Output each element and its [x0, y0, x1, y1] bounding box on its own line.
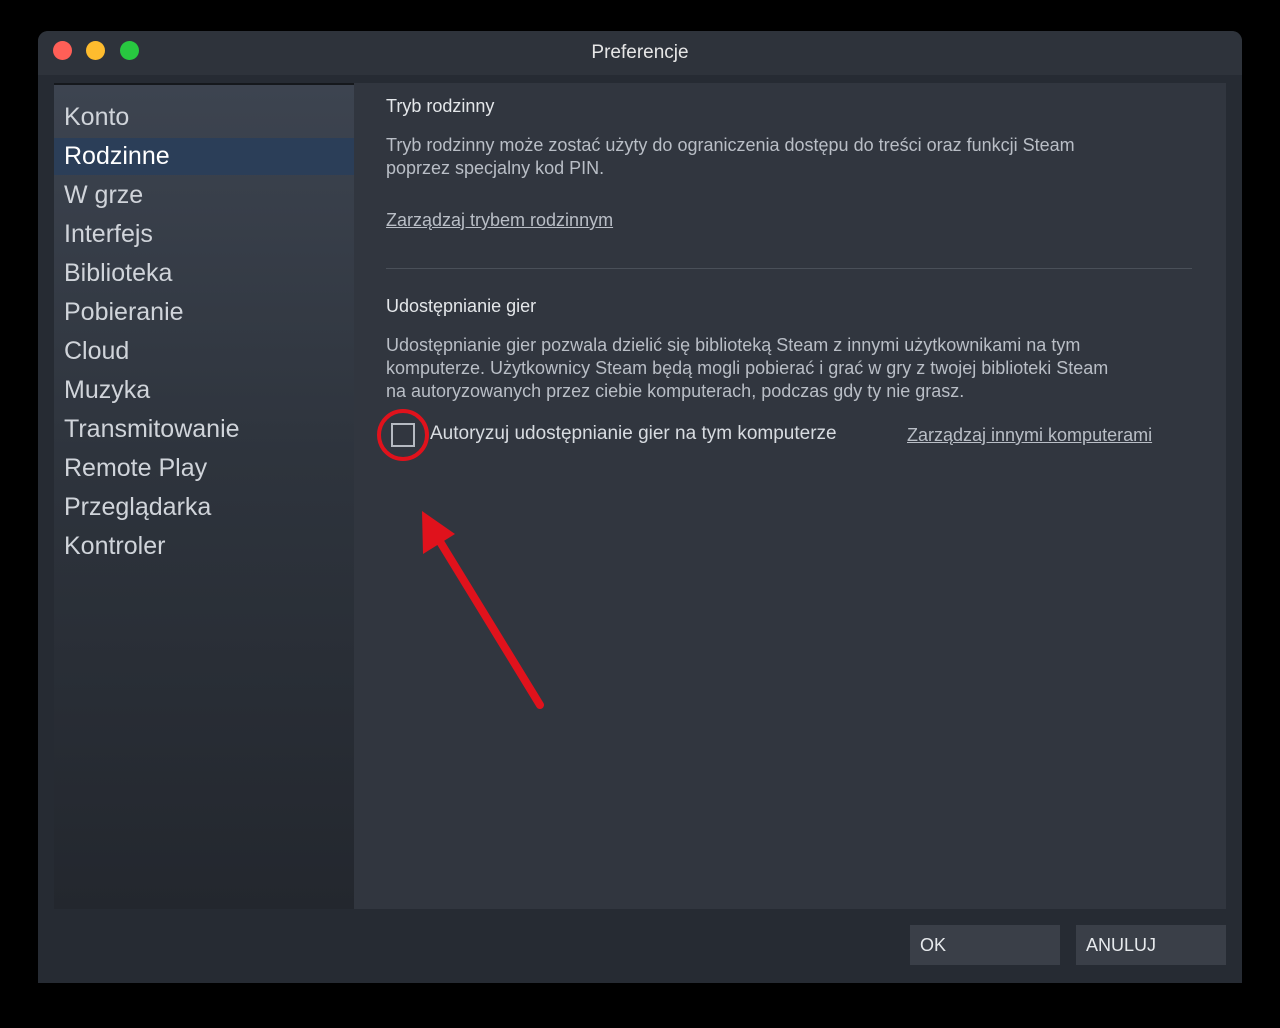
sidebar-item-cloud[interactable]: Cloud [54, 333, 357, 370]
sidebar-item-biblioteka[interactable]: Biblioteka [54, 255, 357, 292]
annotation-arrow-icon [422, 511, 544, 709]
settings-content: Tryb rodzinny Tryb rodzinny może zostać … [354, 83, 1226, 909]
sidebar-item-remote-play[interactable]: Remote Play [54, 450, 357, 487]
preferences-window: Preferencje Konto Rodzinne W grze Interf… [38, 31, 1242, 983]
cancel-button[interactable]: ANULUJ [1076, 925, 1226, 965]
sidebar-item-kontroler[interactable]: Kontroler [54, 528, 357, 565]
sidebar-item-konto[interactable]: Konto [54, 99, 357, 136]
window-title: Preferencje [591, 42, 689, 63]
sidebar-item-interfejs[interactable]: Interfejs [54, 216, 357, 253]
sidebar: Konto Rodzinne W grze Interfejs Bibliote… [54, 83, 357, 909]
ok-button[interactable]: OK [910, 925, 1060, 965]
title-bar: Preferencje [38, 31, 1242, 75]
sidebar-item-przegladarka[interactable]: Przeglądarka [54, 489, 357, 526]
sidebar-item-muzyka[interactable]: Muzyka [54, 372, 357, 409]
sidebar-item-pobieranie[interactable]: Pobieranie [54, 294, 357, 331]
sidebar-item-rodzinne[interactable]: Rodzinne [54, 138, 357, 175]
sidebar-item-w-grze[interactable]: W grze [54, 177, 357, 214]
sidebar-item-transmitowanie[interactable]: Transmitowanie [54, 411, 357, 448]
dialog-footer: OK ANULUJ [38, 909, 1242, 983]
